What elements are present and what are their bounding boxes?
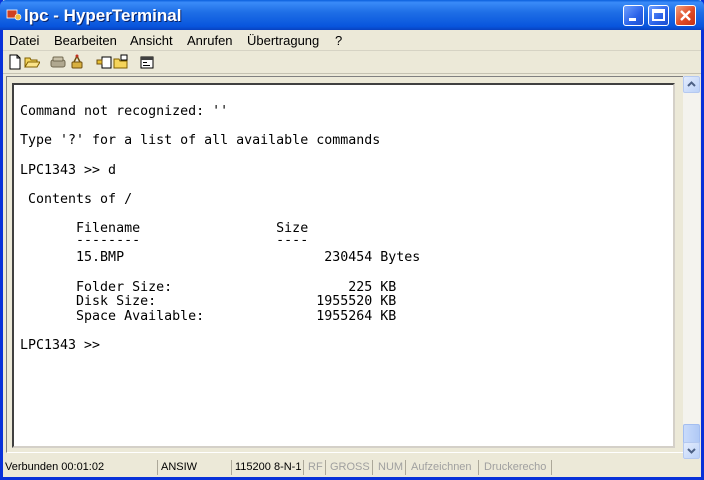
close-button[interactable]: [675, 5, 696, 26]
chevron-down-icon: [687, 448, 696, 454]
terminal-line: Folder Size: 225 KB: [20, 280, 397, 295]
status-divider: [405, 460, 406, 475]
minimize-button[interactable]: [623, 5, 644, 26]
hyperterminal-window: lpc - HyperTerminal Datei Bearbeiten Ans…: [0, 0, 704, 480]
send-icon[interactable]: [96, 54, 112, 70]
properties-icon[interactable]: [139, 54, 155, 70]
disconnect-icon[interactable]: [69, 54, 85, 70]
open-icon[interactable]: [24, 54, 40, 70]
terminal-line: Type '?' for a list of all available com…: [20, 133, 381, 148]
menu-anrufen[interactable]: Anrufen: [187, 33, 233, 48]
status-gross: GROSS: [330, 461, 370, 473]
status-bar: Verbunden 00:01:02 ANSIW 115200 8-N-1 RF…: [3, 459, 701, 477]
status-divider: [303, 460, 304, 475]
terminal-line: Disk Size: 1955520 KB: [20, 294, 397, 309]
maximize-button[interactable]: [648, 5, 669, 26]
scroll-thumb[interactable]: [683, 424, 700, 444]
terminal-line: Contents of /: [20, 192, 133, 207]
terminal-line: Command not recognized: '': [20, 104, 229, 119]
new-icon[interactable]: [7, 54, 23, 70]
menu-ansicht[interactable]: Ansicht: [130, 33, 173, 48]
terminal-line: 15.BMP 230454 Bytes: [20, 250, 421, 265]
status-connected: Verbunden 00:01:02: [5, 461, 105, 473]
menu-uebertragung[interactable]: Übertragung: [247, 33, 319, 48]
terminal-line: -------- ----: [20, 233, 309, 248]
scroll-up-button[interactable]: [683, 76, 700, 93]
status-divider: [372, 460, 373, 475]
menu-bar: Datei Bearbeiten Ansicht Anrufen Übertra…: [3, 30, 701, 51]
receive-icon[interactable]: [113, 54, 129, 70]
close-icon: [680, 10, 691, 21]
connect-icon[interactable]: [50, 54, 66, 70]
minimize-icon: [629, 18, 636, 21]
maximize-icon: [652, 9, 665, 21]
status-divider: [325, 460, 326, 475]
toolbar: [3, 51, 701, 74]
scroll-down-button[interactable]: [683, 442, 700, 459]
terminal-line: LPC1343 >> d: [20, 163, 117, 178]
status-divider: [478, 460, 479, 475]
menu-help[interactable]: ?: [335, 33, 342, 48]
status-capture: Aufzeichnen: [411, 461, 472, 473]
status-emulation: ANSIW: [161, 461, 198, 473]
status-printer-echo: Druckerecho: [484, 461, 547, 473]
status-rf: RF: [308, 461, 323, 473]
terminal-line: LPC1343 >>: [20, 338, 101, 353]
status-divider: [551, 460, 552, 475]
status-divider: [157, 460, 158, 475]
title-bar[interactable]: lpc - HyperTerminal: [0, 0, 704, 30]
status-num: NUM: [378, 461, 404, 473]
menu-bearbeiten[interactable]: Bearbeiten: [54, 33, 117, 48]
terminal-screen[interactable]: Command not recognized: '' Type '?' for …: [12, 83, 675, 448]
terminal-line: Space Available: 1955264 KB: [20, 309, 397, 324]
status-divider: [231, 460, 232, 475]
vertical-scrollbar[interactable]: [683, 76, 700, 459]
hyperterminal-app-icon[interactable]: [6, 8, 22, 22]
menu-datei[interactable]: Datei: [9, 33, 39, 48]
window-title: lpc - HyperTerminal: [24, 6, 182, 25]
chevron-up-icon: [687, 81, 696, 87]
status-port-settings: 115200 8-N-1: [235, 461, 302, 473]
